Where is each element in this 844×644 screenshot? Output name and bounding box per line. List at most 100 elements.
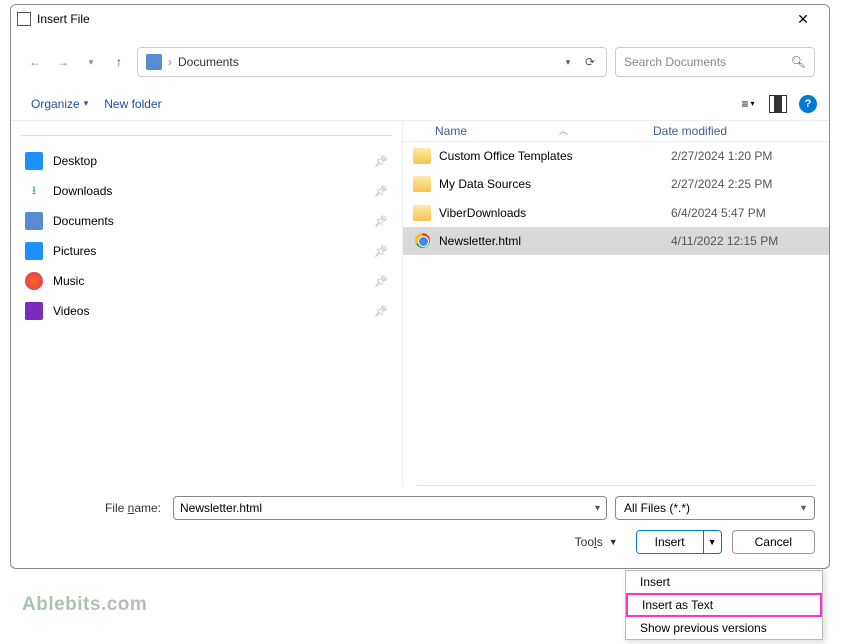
organize-button[interactable]: Organize ▾ <box>23 93 96 115</box>
file-name-cell: My Data Sources <box>439 177 671 191</box>
chevron-down-icon: ▼ <box>609 537 618 547</box>
arrow-right-icon: → <box>57 55 69 69</box>
arrow-left-icon: ← <box>29 55 41 69</box>
desktop-icon <box>25 152 43 170</box>
nav-back-button[interactable]: ← <box>25 52 45 72</box>
sidebar-item-documents[interactable]: Documents 📌︎ <box>21 206 392 236</box>
file-date-cell: 2/27/2024 2:25 PM <box>671 177 772 191</box>
file-row-folder[interactable]: My Data Sources 2/27/2024 2:25 PM <box>403 170 829 198</box>
file-row-folder[interactable]: ViberDownloads 6/4/2024 5:47 PM <box>403 198 829 226</box>
tools-label: Tools <box>575 535 603 549</box>
address-bar[interactable]: › Documents ▾ ⟳ <box>137 47 607 77</box>
window-title: Insert File <box>37 12 783 26</box>
watermark: Ablebits.com <box>22 594 147 616</box>
list-view-icon: ≡ <box>741 97 748 111</box>
folder-icon <box>413 148 431 164</box>
html-file-icon <box>413 233 431 249</box>
column-headers: Name ︿ Date modified <box>403 121 829 142</box>
dropdown-item-show-previous-versions[interactable]: Show previous versions <box>626 617 822 639</box>
pin-icon: 📌︎ <box>374 215 388 228</box>
file-name-cell: ViberDownloads <box>439 206 671 220</box>
pin-icon: 📌︎ <box>374 185 388 198</box>
sidebar-separator <box>21 135 392 136</box>
body-area: Desktop 📌︎ ⭳ Downloads 📌︎ Documents 📌︎ P… <box>11 121 829 486</box>
music-icon <box>25 272 43 290</box>
search-input[interactable]: Search Documents 🔍︎ <box>615 47 815 77</box>
sidebar-item-label: Pictures <box>53 244 374 258</box>
navigation-sidebar: Desktop 📌︎ ⭳ Downloads 📌︎ Documents 📌︎ P… <box>11 121 403 486</box>
breadcrumb-separator-icon: › <box>168 55 172 69</box>
watermark-brand: Ablebits <box>22 594 101 615</box>
sidebar-item-label: Music <box>53 274 374 288</box>
file-name-value: Newsletter.html <box>180 501 595 515</box>
nav-up-button[interactable]: ↑ <box>109 52 129 72</box>
sidebar-item-music[interactable]: Music 📌︎ <box>21 266 392 296</box>
insert-button[interactable]: Insert <box>637 531 703 553</box>
tools-button[interactable]: Tools ▼ <box>567 531 626 553</box>
window-close-button[interactable]: ✕ <box>783 7 823 31</box>
command-toolbar: Organize ▾ New folder ≡ ▾ ? <box>11 87 829 121</box>
watermark-suffix: .com <box>101 594 147 615</box>
sidebar-item-label: Videos <box>53 304 374 318</box>
breadcrumb-current[interactable]: Documents <box>178 55 239 69</box>
sidebar-item-desktop[interactable]: Desktop 📌︎ <box>21 146 392 176</box>
file-name-cell: Custom Office Templates <box>439 149 671 163</box>
navigation-row: ← → ▾ ↑ › Documents ▾ ⟳ Search Documents… <box>11 33 829 83</box>
documents-icon <box>146 54 162 70</box>
search-icon: 🔍︎ <box>791 55 806 69</box>
file-row-folder[interactable]: Custom Office Templates 2/27/2024 1:20 P… <box>403 142 829 170</box>
help-button[interactable]: ? <box>799 95 817 113</box>
downloads-icon: ⭳ <box>25 182 43 200</box>
new-folder-button[interactable]: New folder <box>96 93 169 115</box>
file-list-pane: Name ︿ Date modified Custom Office Templ… <box>403 121 829 486</box>
file-name-row: File name: Newsletter.html ▾ All Files (… <box>25 496 815 520</box>
videos-icon <box>25 302 43 320</box>
sidebar-item-label: Desktop <box>53 154 374 168</box>
sidebar-item-downloads[interactable]: ⭳ Downloads 📌︎ <box>21 176 392 206</box>
dialog-footer: File name: Newsletter.html ▾ All Files (… <box>11 486 829 568</box>
cancel-button[interactable]: Cancel <box>732 530 815 554</box>
file-date-cell: 2/27/2024 1:20 PM <box>671 149 772 163</box>
dropdown-item-insert[interactable]: Insert <box>626 571 822 593</box>
file-name-cell: Newsletter.html <box>439 234 671 248</box>
folder-icon <box>413 176 431 192</box>
pin-icon: 📌︎ <box>374 245 388 258</box>
address-history-button[interactable]: ▾ <box>560 54 576 70</box>
titlebar: Insert File ✕ <box>11 5 829 33</box>
nav-forward-button[interactable]: → <box>53 52 73 72</box>
refresh-button[interactable]: ⟳ <box>582 54 598 70</box>
file-name-history-button[interactable]: ▾ <box>595 503 600 514</box>
column-header-name[interactable]: Name <box>413 124 653 138</box>
insert-split-button: Insert ▼ <box>636 530 722 554</box>
arrow-up-icon: ↑ <box>116 55 122 69</box>
close-icon: ✕ <box>797 11 809 28</box>
documents-icon <box>25 212 43 230</box>
insert-file-dialog: Insert File ✕ ← → ▾ ↑ › Documents ▾ ⟳ Se… <box>10 4 830 569</box>
column-header-date[interactable]: Date modified <box>653 124 819 138</box>
sidebar-item-label: Documents <box>53 214 374 228</box>
search-placeholder: Search Documents <box>624 55 791 69</box>
organize-label: Organize <box>31 97 80 111</box>
pin-icon: 📌︎ <box>374 155 388 168</box>
nav-recent-button[interactable]: ▾ <box>81 52 101 72</box>
file-name-input[interactable]: Newsletter.html ▾ <box>173 496 607 520</box>
file-date-cell: 6/4/2024 5:47 PM <box>671 206 766 220</box>
window-app-icon <box>17 12 31 26</box>
sort-ascending-icon: ︿ <box>559 124 568 137</box>
insert-dropdown-button[interactable]: ▼ <box>703 531 721 553</box>
file-row-html[interactable]: Newsletter.html 4/11/2022 12:15 PM <box>403 227 829 255</box>
button-row: Tools ▼ Insert ▼ Cancel <box>25 530 815 554</box>
help-icon: ? <box>805 98 812 110</box>
preview-pane-button[interactable] <box>769 95 787 113</box>
pin-icon: 📌︎ <box>374 275 388 288</box>
sidebar-item-label: Downloads <box>53 184 374 198</box>
sidebar-item-videos[interactable]: Videos 📌︎ <box>21 296 392 326</box>
file-name-label: File name: <box>25 501 165 515</box>
folder-icon <box>413 205 431 221</box>
dropdown-item-insert-as-text[interactable]: Insert as Text <box>626 593 822 617</box>
view-mode-button[interactable]: ≡ ▾ <box>739 95 757 113</box>
refresh-icon: ⟳ <box>585 55 595 69</box>
chevron-down-icon: ▾ <box>751 99 755 108</box>
file-type-filter[interactable]: All Files (*.*) ▾ <box>615 496 815 520</box>
sidebar-item-pictures[interactable]: Pictures 📌︎ <box>21 236 392 266</box>
